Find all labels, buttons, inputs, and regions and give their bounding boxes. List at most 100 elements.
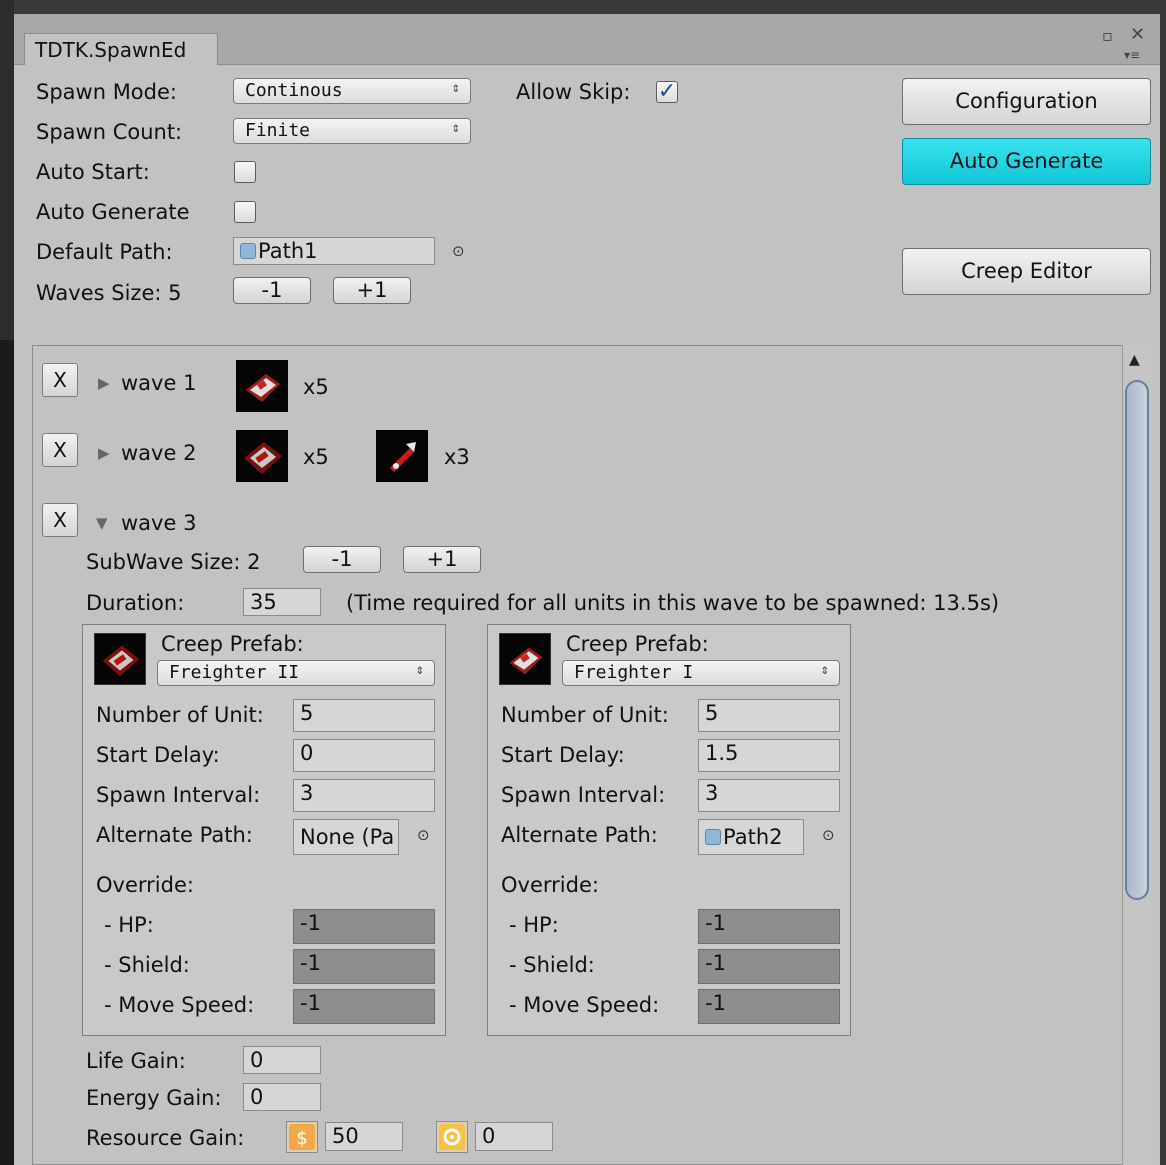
spawn-interval-input[interactable]: 3 xyxy=(698,779,840,812)
tab-title: TDTK.SpawnEd xyxy=(35,38,187,62)
wave-creep-count: x3 xyxy=(444,445,470,469)
spawn-mode-dropdown[interactable]: Continous ⇕ xyxy=(233,78,471,104)
remove-wave-button[interactable]: X xyxy=(42,503,78,537)
auto-generate-button[interactable]: Auto Generate xyxy=(902,138,1151,185)
override-shield-input[interactable]: -1 xyxy=(698,949,840,984)
spawn-count-label: Spawn Count: xyxy=(36,120,183,144)
override-hp-label: - HP: xyxy=(104,913,154,937)
spawn-mode-label: Spawn Mode: xyxy=(36,80,177,104)
subwave-decrement-button[interactable]: -1 xyxy=(303,546,381,573)
start-delay-label: Start Delay: xyxy=(501,743,625,767)
override-shield-input[interactable]: -1 xyxy=(293,949,435,984)
maximize-icon[interactable]: ▫ xyxy=(1102,26,1113,45)
creep-prefab-dropdown[interactable]: Freighter I ⇕ xyxy=(562,660,840,686)
alternate-path-value: Path2 xyxy=(723,825,783,849)
life-gain-label: Life Gain: xyxy=(86,1049,186,1073)
creep-prefab-value: Freighter II xyxy=(169,662,300,683)
remove-wave-button[interactable]: X xyxy=(42,363,78,397)
creep-prefab-thumbnail xyxy=(94,633,146,685)
number-of-unit-label: Number of Unit: xyxy=(96,703,264,727)
energy-gain-label: Energy Gain: xyxy=(86,1086,222,1110)
start-delay-input[interactable]: 0 xyxy=(293,739,435,772)
window-frame-top xyxy=(0,0,1166,14)
scroll-up-icon[interactable]: ▲ xyxy=(1129,352,1140,368)
resource-gain-input-money[interactable]: 50 xyxy=(325,1122,403,1151)
freighter-creep-icon xyxy=(236,430,288,482)
path-asset-icon xyxy=(705,829,721,845)
waves-decrement-button[interactable]: -1 xyxy=(233,277,311,304)
override-move-speed-input[interactable]: -1 xyxy=(698,989,840,1024)
allow-skip-checkbox[interactable]: ✓ xyxy=(656,81,678,103)
subwave-size-label: SubWave Size: 2 xyxy=(86,550,261,574)
duration-input[interactable]: 35 xyxy=(243,588,321,616)
waves-increment-button[interactable]: +1 xyxy=(333,277,411,304)
fold-collapsed-icon[interactable]: ▶ xyxy=(98,374,110,392)
duration-label: Duration: xyxy=(86,591,185,615)
default-path-field[interactable]: Path1 xyxy=(233,237,435,265)
duration-note: (Time required for all units in this wav… xyxy=(346,591,1000,615)
alternate-path-field[interactable]: Path2 xyxy=(698,819,804,855)
start-delay-label: Start Delay: xyxy=(96,743,220,767)
scrollbar-thumb[interactable] xyxy=(1125,380,1149,900)
freighter-creep-icon xyxy=(236,360,288,412)
object-picker-icon[interactable]: ⊙ xyxy=(822,826,835,844)
override-move-speed-input[interactable]: -1 xyxy=(293,989,435,1024)
auto-start-checkbox[interactable] xyxy=(234,161,256,183)
auto-start-label: Auto Start: xyxy=(36,160,150,184)
wave-label[interactable]: wave 3 xyxy=(121,511,196,535)
path-asset-icon xyxy=(240,243,256,259)
energy-gain-input[interactable]: 0 xyxy=(243,1083,321,1111)
life-gain-input[interactable]: 0 xyxy=(243,1046,321,1074)
spawn-count-value: Finite xyxy=(245,120,311,141)
spawn-count-dropdown[interactable]: Finite ⇕ xyxy=(233,118,471,144)
configuration-button[interactable]: Configuration xyxy=(902,78,1151,125)
dropdown-arrows-icon: ⇕ xyxy=(451,120,460,136)
resource-gain-input-parts[interactable]: 0 xyxy=(475,1122,553,1151)
object-picker-icon[interactable]: ⊙ xyxy=(452,242,465,260)
spawn-mode-value: Continous xyxy=(245,80,343,101)
window-frame-right xyxy=(1160,0,1166,1165)
number-of-unit-input[interactable]: 5 xyxy=(293,699,435,732)
dropdown-arrows-icon: ⇕ xyxy=(451,80,460,96)
auto-generate-checkbox[interactable] xyxy=(234,201,256,223)
gear-resource-icon xyxy=(436,1121,468,1153)
alternate-path-label: Alternate Path: xyxy=(96,823,253,847)
creep-prefab-label: Creep Prefab: xyxy=(566,632,709,656)
fold-collapsed-icon[interactable]: ▶ xyxy=(98,444,110,462)
tab-menu-icon[interactable]: ▾≡ xyxy=(1124,48,1140,62)
auto-generate-label: Auto Generate xyxy=(36,200,190,224)
number-of-unit-input[interactable]: 5 xyxy=(698,699,840,732)
money-resource-icon: $ xyxy=(286,1121,318,1153)
wave-label[interactable]: wave 1 xyxy=(121,371,196,395)
object-picker-icon[interactable]: ⊙ xyxy=(417,826,430,844)
checkmark-icon: ✓ xyxy=(657,79,677,104)
resource-gain-label: Resource Gain: xyxy=(86,1126,245,1150)
override-hp-input[interactable]: -1 xyxy=(293,909,435,944)
spawn-interval-label: Spawn Interval: xyxy=(96,783,261,807)
creep-prefab-dropdown[interactable]: Freighter II ⇕ xyxy=(157,660,435,686)
creep-prefab-value: Freighter I xyxy=(574,662,694,683)
subwave-increment-button[interactable]: +1 xyxy=(403,546,481,573)
remove-wave-button[interactable]: X xyxy=(42,433,78,467)
override-label: Override: xyxy=(501,873,599,897)
wave-creep-count: x5 xyxy=(303,445,329,469)
override-shield-label: - Shield: xyxy=(509,953,595,977)
wave-creep-count: x5 xyxy=(303,375,329,399)
tab-spawn-editor[interactable]: TDTK.SpawnEd xyxy=(24,33,218,65)
default-path-label: Default Path: xyxy=(36,240,173,264)
wave-label[interactable]: wave 2 xyxy=(121,441,196,465)
fold-expanded-icon[interactable]: ▼ xyxy=(96,514,108,532)
override-move-speed-label: - Move Speed: xyxy=(509,993,660,1017)
window-frame-left-dark xyxy=(0,340,14,1165)
spawn-interval-input[interactable]: 3 xyxy=(293,779,435,812)
allow-skip-label: Allow Skip: xyxy=(516,80,631,104)
override-hp-input[interactable]: -1 xyxy=(698,909,840,944)
creep-editor-button[interactable]: Creep Editor xyxy=(902,248,1151,295)
start-delay-input[interactable]: 1.5 xyxy=(698,739,840,772)
default-path-value: Path1 xyxy=(258,239,318,263)
close-icon[interactable]: ✕ xyxy=(1130,24,1145,45)
alternate-path-label: Alternate Path: xyxy=(501,823,658,847)
override-label: Override: xyxy=(96,873,194,897)
dropdown-arrows-icon: ⇕ xyxy=(820,662,829,678)
alternate-path-field[interactable]: None (Pa xyxy=(293,819,399,855)
